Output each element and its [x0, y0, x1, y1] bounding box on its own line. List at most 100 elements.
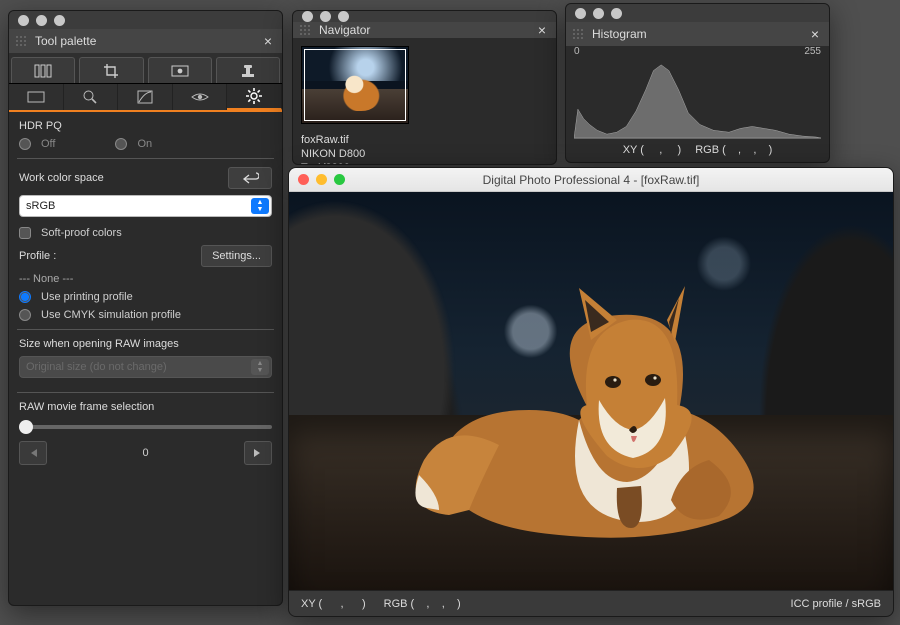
raw-movie-counter: 0 — [57, 447, 234, 459]
soft-proof-label: Soft-proof colors — [41, 227, 122, 239]
traffic-dot-min[interactable] — [593, 8, 604, 19]
tab-eye[interactable] — [173, 84, 228, 110]
grip-icon — [299, 24, 311, 36]
frame-next-icon — [252, 447, 264, 459]
histogram-title: Histogram — [592, 27, 799, 41]
close-icon[interactable]: × — [534, 22, 550, 38]
navigator-thumbnail[interactable] — [301, 46, 409, 124]
meta-tv: Tv 1/3200 — [301, 162, 365, 165]
hdrpq-on-label: On — [137, 138, 152, 150]
frame-icon — [171, 65, 189, 77]
hdrpq-off-radio[interactable] — [19, 138, 31, 150]
histogram-panel: Histogram × 0 255 XY ( , ) RGB ( , , ) — [565, 3, 830, 163]
tab-screen[interactable] — [9, 84, 64, 110]
traffic-dot-close[interactable] — [575, 8, 586, 19]
visible-area-marquee[interactable] — [304, 49, 406, 121]
tab-stamp[interactable] — [216, 57, 280, 83]
viewer-window: Digital Photo Professional 4 - [foxRaw.t… — [288, 167, 894, 617]
tool-palette-tabs-row1 — [9, 53, 282, 84]
histogram-min: 0 — [574, 46, 580, 57]
navigator-metadata: foxRaw.tif NIKON D800 Tv 1/3200 Av 6.3 I… — [301, 134, 365, 165]
tab-curve[interactable] — [118, 84, 173, 110]
histogram-readout: XY ( , ) RGB ( , , ) — [566, 141, 829, 162]
hdrpq-on-radio[interactable] — [115, 138, 127, 150]
status-xy: XY ( , ) — [301, 598, 366, 610]
traffic-dot-max[interactable] — [54, 15, 65, 26]
tab-lens[interactable] — [64, 84, 119, 110]
status-rgb: RGB ( , , ) — [384, 598, 461, 610]
navigator-title: Navigator — [319, 23, 526, 37]
profile-label: Profile : — [19, 250, 191, 262]
navigator-panel: Navigator × foxRaw.tif NIKON D800 Tv 1/3… — [292, 10, 557, 165]
grip-icon — [572, 28, 584, 40]
tool-palette-title: Tool palette — [35, 34, 252, 48]
tool-palette-body: HDR PQ Off On Work color space sRGB ▲▼ S… — [9, 112, 282, 605]
printing-profile-radio[interactable] — [19, 291, 31, 303]
traffic-dot-max[interactable] — [338, 11, 349, 22]
slider-thumb[interactable] — [19, 420, 33, 434]
tab-basic-adjust[interactable] — [11, 57, 75, 83]
viewer-statusbar: XY ( , ) RGB ( , , ) ICC profile / sRGB — [289, 590, 893, 616]
traffic-dot-min[interactable] — [316, 174, 327, 185]
cmyk-profile-radio[interactable] — [19, 309, 31, 321]
navigator-body: foxRaw.tif NIKON D800 Tv 1/3200 Av 6.3 I… — [293, 38, 556, 165]
profile-value: --- None --- — [19, 273, 272, 285]
undo-arrow-icon — [241, 172, 259, 184]
select-arrows-icon: ▲▼ — [251, 198, 269, 214]
traffic-dot-min[interactable] — [320, 11, 331, 22]
hdrpq-label: HDR PQ — [19, 120, 272, 132]
curve-icon — [137, 90, 153, 104]
tool-palette-traffic — [9, 11, 282, 29]
work-color-space-value: sRGB — [26, 200, 55, 212]
raw-movie-label: RAW movie frame selection — [19, 401, 272, 413]
viewer-traffic — [289, 168, 893, 192]
close-icon[interactable]: × — [807, 26, 823, 42]
navigator-header[interactable]: Navigator × — [293, 22, 556, 38]
lens-icon — [82, 89, 98, 105]
traffic-dot-max[interactable] — [334, 174, 345, 185]
frame-prev-icon — [27, 447, 39, 459]
traffic-dot-close[interactable] — [298, 174, 309, 185]
stamp-icon — [241, 64, 255, 78]
frame-prev-button[interactable] — [19, 441, 47, 465]
histogram-svg — [574, 61, 821, 138]
traffic-dot-close[interactable] — [18, 15, 29, 26]
tool-palette-tabs-row2 — [9, 84, 282, 112]
work-color-space-select[interactable]: sRGB ▲▼ — [19, 195, 272, 217]
raw-movie-slider[interactable] — [19, 425, 272, 429]
tab-crop[interactable] — [79, 57, 143, 83]
eye-icon — [191, 91, 209, 103]
raw-size-select: Original size (do not change) ▲▼ — [19, 356, 272, 378]
traffic-dot-min[interactable] — [36, 15, 47, 26]
gear-icon — [246, 88, 262, 104]
profile-settings-button[interactable]: Settings... — [201, 245, 272, 267]
tab-settings[interactable] — [227, 84, 282, 110]
grip-icon — [15, 35, 27, 47]
work-color-space-label: Work color space — [19, 172, 218, 184]
sliders-icon — [34, 64, 52, 78]
printing-profile-label: Use printing profile — [41, 291, 133, 303]
viewer-canvas[interactable] — [289, 192, 893, 590]
histogram-header[interactable]: Histogram × — [566, 22, 829, 46]
meta-filename: foxRaw.tif — [301, 134, 365, 146]
histogram-traffic — [566, 4, 829, 22]
close-icon[interactable]: × — [260, 33, 276, 49]
screen-icon — [27, 91, 45, 103]
traffic-dot-close[interactable] — [302, 11, 313, 22]
select-arrows-icon: ▲▼ — [251, 359, 269, 375]
histogram-max: 255 — [804, 46, 821, 57]
traffic-dot-max[interactable] — [611, 8, 622, 19]
histogram-axis: 0 255 — [566, 46, 829, 57]
frame-next-button[interactable] — [244, 441, 272, 465]
hdrpq-off-label: Off — [41, 138, 55, 150]
status-icc: ICC profile / sRGB — [791, 598, 881, 610]
reset-color-space-button[interactable] — [228, 167, 272, 189]
tab-frame[interactable] — [148, 57, 212, 83]
cmyk-profile-label: Use CMYK simulation profile — [41, 309, 181, 321]
soft-proof-checkbox[interactable] — [19, 227, 31, 239]
crop-icon — [103, 63, 119, 79]
tool-palette-header[interactable]: Tool palette × — [9, 29, 282, 53]
meta-camera: NIKON D800 — [301, 148, 365, 160]
histogram-xy-label: XY ( — [623, 144, 644, 156]
histogram-plot — [574, 61, 821, 139]
